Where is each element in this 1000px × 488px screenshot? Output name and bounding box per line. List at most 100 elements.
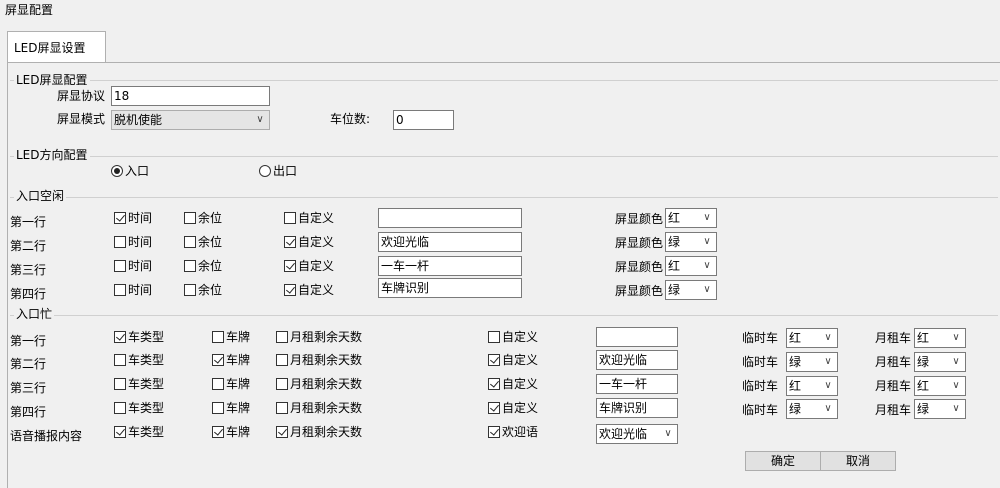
- select-value: 绿: [917, 402, 930, 416]
- busy-days-checkbox[interactable]: 月租剩余天数: [276, 400, 362, 416]
- checkbox-label: 车类型: [128, 330, 165, 344]
- monthly-color-select[interactable]: 绿 ∨: [914, 399, 966, 419]
- monthly-color-select[interactable]: 红 ∨: [914, 376, 966, 396]
- entry-radio[interactable]: 入口: [111, 163, 149, 179]
- idle-text-input[interactable]: 一车一杆: [378, 256, 522, 276]
- chevron-down-icon: ∨: [824, 403, 832, 414]
- monthly-color-select[interactable]: 绿 ∨: [914, 352, 966, 372]
- checkbox-empty-icon: [114, 402, 126, 414]
- monthly-car-label: 月租车: [875, 403, 912, 417]
- chevron-down-icon: ∨: [824, 356, 832, 367]
- protocol-input[interactable]: 18: [111, 86, 270, 106]
- idle-custom-checkbox[interactable]: 自定义: [284, 258, 334, 274]
- checkbox-label: 车牌: [226, 330, 251, 344]
- idle-time-checkbox[interactable]: 时间: [114, 210, 152, 226]
- checkbox-label: 车牌: [226, 353, 251, 367]
- temp-car-label: 临时车: [742, 355, 779, 369]
- cancel-button[interactable]: 取消: [820, 451, 896, 471]
- idle-remain-checkbox[interactable]: 余位: [184, 282, 222, 298]
- checkbox-label: 时间: [128, 235, 153, 249]
- idle-custom-checkbox[interactable]: 自定义: [284, 234, 334, 250]
- idle-time-checkbox[interactable]: 时间: [114, 234, 152, 250]
- idle-time-checkbox[interactable]: 时间: [114, 282, 152, 298]
- welcome-select[interactable]: 欢迎光临 ∨: [596, 424, 678, 444]
- busy-custom-checkbox[interactable]: 自定义: [488, 329, 538, 345]
- busy-text-input[interactable]: 一车一杆: [596, 374, 678, 394]
- busy-cartype-checkbox[interactable]: 车类型: [114, 376, 164, 392]
- idle-color-select[interactable]: 绿 ∨: [665, 232, 717, 252]
- busy-days-checkbox[interactable]: 月租剩余天数: [276, 329, 362, 345]
- checkbox-empty-icon: [276, 354, 288, 366]
- checkbox-label: 月租剩余天数: [290, 401, 363, 415]
- busy-days-checkbox[interactable]: 月租剩余天数: [276, 376, 362, 392]
- busy-plate-checkbox[interactable]: 车牌: [212, 400, 250, 416]
- checkbox-label: 月租剩余天数: [290, 377, 363, 391]
- checkbox-empty-icon: [276, 402, 288, 414]
- busy-custom-checkbox[interactable]: 自定义: [488, 400, 538, 416]
- busy-cartype-checkbox[interactable]: 车类型: [114, 400, 164, 416]
- exit-radio[interactable]: 出口: [259, 163, 297, 179]
- idle-custom-checkbox[interactable]: 自定义: [284, 210, 334, 226]
- idle-text-input[interactable]: 欢迎光临: [378, 232, 522, 252]
- color-label: 屏显颜色: [615, 212, 664, 226]
- voice-cartype-checkbox[interactable]: 车类型: [114, 424, 164, 440]
- idle-time-checkbox[interactable]: 时间: [114, 258, 152, 274]
- select-value: 绿: [917, 355, 930, 369]
- idle-row-label: 第四行: [10, 287, 47, 301]
- idle-color-select[interactable]: 红 ∨: [665, 208, 717, 228]
- idle-remain-checkbox[interactable]: 余位: [184, 210, 222, 226]
- temp-color-select[interactable]: 绿 ∨: [786, 399, 838, 419]
- checkbox-label: 自定义: [502, 330, 539, 344]
- idle-custom-checkbox[interactable]: 自定义: [284, 282, 334, 298]
- checkbox-empty-icon: [212, 331, 224, 343]
- checkbox-empty-icon: [284, 212, 296, 224]
- busy-days-checkbox[interactable]: 月租剩余天数: [276, 352, 362, 368]
- voice-days-checkbox[interactable]: 月租剩余天数: [276, 424, 362, 440]
- select-value: 红: [917, 379, 930, 393]
- idle-color-select[interactable]: 绿 ∨: [665, 280, 717, 300]
- voice-row-label: 语音播报内容: [10, 429, 83, 443]
- group-divider: [10, 156, 998, 157]
- busy-cartype-checkbox[interactable]: 车类型: [114, 329, 164, 345]
- temp-car-label: 临时车: [742, 403, 779, 417]
- idle-text-input[interactable]: 车牌识别: [378, 278, 522, 298]
- busy-legend: 入口忙: [14, 307, 55, 321]
- checkbox-label: 余位: [198, 283, 223, 297]
- temp-color-select[interactable]: 红 ∨: [786, 328, 838, 348]
- busy-plate-checkbox[interactable]: 车牌: [212, 329, 250, 345]
- busy-text-input[interactable]: 车牌识别: [596, 398, 678, 418]
- chevron-down-icon: ∨: [256, 114, 264, 125]
- checkbox-checked-icon: [212, 426, 224, 438]
- exit-radio-label: 出口: [273, 164, 298, 178]
- busy-plate-checkbox[interactable]: 车牌: [212, 376, 250, 392]
- busy-custom-checkbox[interactable]: 自定义: [488, 376, 538, 392]
- chevron-down-icon: ∨: [703, 236, 711, 247]
- temp-color-select[interactable]: 绿 ∨: [786, 352, 838, 372]
- mode-select[interactable]: 脱机使能 ∨: [111, 110, 270, 130]
- busy-plate-checkbox[interactable]: 车牌: [212, 352, 250, 368]
- checkbox-label: 时间: [128, 283, 153, 297]
- color-label: 屏显颜色: [615, 284, 664, 298]
- temp-color-select[interactable]: 红 ∨: [786, 376, 838, 396]
- tab-led-settings[interactable]: LED屏显设置: [7, 31, 106, 62]
- select-value: 红: [789, 331, 802, 345]
- group-divider: [10, 80, 998, 81]
- idle-color-select[interactable]: 红 ∨: [665, 256, 717, 276]
- checkbox-label: 欢迎语: [502, 425, 539, 439]
- busy-custom-checkbox[interactable]: 自定义: [488, 352, 538, 368]
- idle-remain-checkbox[interactable]: 余位: [184, 234, 222, 250]
- checkbox-label: 时间: [128, 259, 153, 273]
- busy-cartype-checkbox[interactable]: 车类型: [114, 352, 164, 368]
- ok-button[interactable]: 确定: [745, 451, 821, 471]
- busy-text-input[interactable]: 欢迎光临: [596, 350, 678, 370]
- voice-plate-checkbox[interactable]: 车牌: [212, 424, 250, 440]
- idle-remain-checkbox[interactable]: 余位: [184, 258, 222, 274]
- monthly-color-select[interactable]: 红 ∨: [914, 328, 966, 348]
- checkbox-checked-icon: [114, 426, 126, 438]
- idle-row-label: 第三行: [10, 263, 47, 277]
- idle-text-input[interactable]: [378, 208, 522, 228]
- select-value: 红: [789, 379, 802, 393]
- spaces-input[interactable]: 0: [393, 110, 454, 130]
- busy-text-input[interactable]: [596, 327, 678, 347]
- voice-welcome-checkbox[interactable]: 欢迎语: [488, 424, 538, 440]
